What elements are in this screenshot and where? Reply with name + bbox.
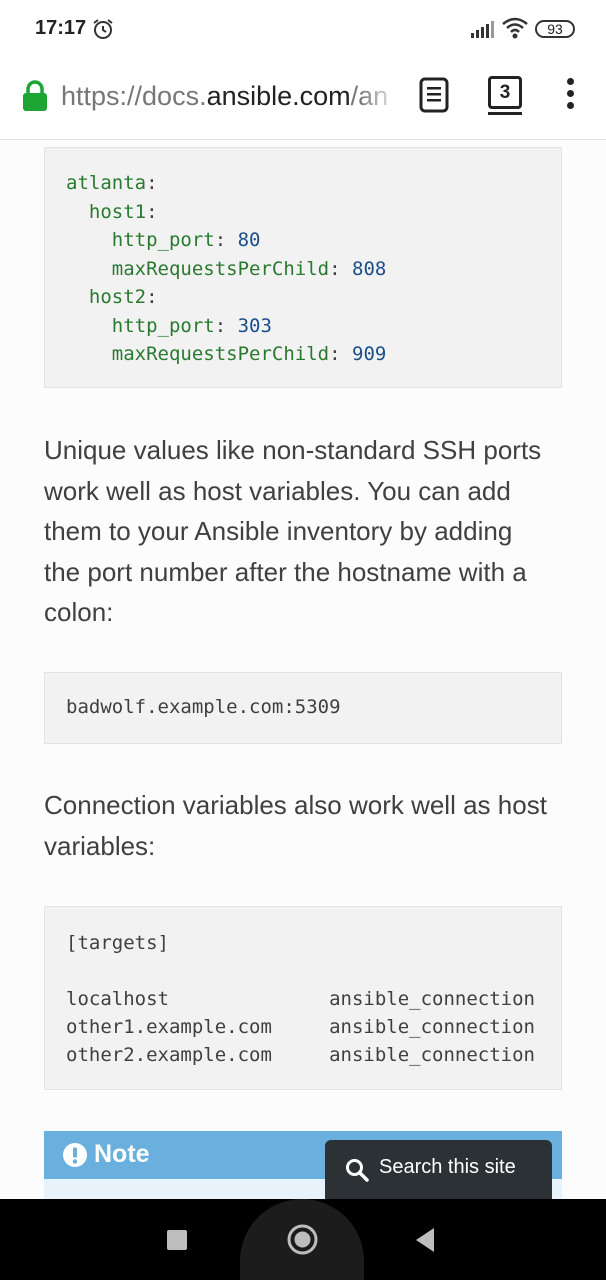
back-button[interactable] (414, 1227, 436, 1253)
yaml-separator: : (146, 200, 158, 223)
yaml-separator: : (146, 286, 158, 308)
alarm-icon (93, 19, 113, 39)
status-bar: 17:17 93 (0, 0, 606, 60)
code-line: host2: (66, 283, 158, 311)
lock-icon[interactable] (21, 80, 49, 112)
tab-switcher-underline (488, 112, 522, 115)
url-scheme: https://docs. (61, 81, 207, 111)
code-line: maxRequestsPerChild: 808 (66, 255, 387, 283)
page-content[interactable]: atlanta: host1: http_port: 80 maxRequest… (0, 141, 606, 1199)
code-line: other1.example.com ansible_connection (66, 1016, 535, 1038)
status-time: 17:17 (35, 17, 87, 39)
reader-mode-icon[interactable] (419, 77, 449, 113)
paragraph-line: the port number after the hostname with … (44, 556, 527, 587)
overflow-menu-icon[interactable] (562, 78, 578, 112)
code-line: http_port: 80 (66, 226, 261, 254)
yaml-separator: : (214, 314, 238, 337)
yaml-value: 303 (237, 314, 272, 337)
paragraph-line: Connection variables also work well as h… (44, 790, 547, 820)
tab-switcher-button[interactable]: 3 (488, 76, 522, 109)
signal-icon (471, 21, 494, 38)
wifi-icon (502, 17, 528, 39)
code-line: host1: (66, 198, 158, 226)
code-block-targets[interactable]: [targets] localhost ansible_connection o… (44, 906, 562, 1090)
yaml-value: 909 (352, 343, 387, 365)
navigation-bar (0, 1199, 606, 1280)
yaml-key: http_port (111, 229, 215, 251)
yaml-key: http_port (111, 314, 215, 337)
recents-button[interactable] (167, 1230, 187, 1250)
yaml-separator: : (214, 229, 238, 251)
yaml-key: host2 (88, 286, 147, 308)
code-line: http_port: 303 (66, 312, 272, 340)
code-block-port: badwolf.example.com:5309 (44, 672, 562, 744)
code-line: localhost ansible_connection (66, 988, 535, 1010)
paragraph-line: colon: (44, 597, 114, 627)
browser-toolbar: https://docs.ansible.com/an 3 (0, 60, 606, 140)
search-icon (346, 1159, 369, 1182)
url-fade (360, 78, 400, 114)
yaml-separator: : (329, 257, 352, 280)
info-icon (63, 1143, 87, 1167)
code-line: badwolf.example.com:5309 (66, 696, 341, 718)
code-block-yaml: atlanta: host1: http_port: 80 maxRequest… (44, 147, 562, 388)
yaml-value: 80 (237, 229, 261, 251)
yaml-key: atlanta (66, 172, 147, 194)
code-line: other2.example.com ansible_connection (66, 1044, 535, 1066)
paragraph-line: work well as host variables. You can add (44, 475, 511, 506)
paragraph-connection-variables: Connection variables also work well as h… (44, 785, 564, 866)
code-line: atlanta: (66, 169, 158, 197)
paragraph-line: them to your Ansible inventory by adding (44, 516, 513, 546)
yaml-key: maxRequestsPerChild (111, 343, 330, 365)
code-line: maxRequestsPerChild: 909 (66, 340, 387, 368)
yaml-value: 808 (352, 257, 387, 280)
battery-icon: 93 (535, 20, 575, 38)
yaml-separator: : (146, 172, 158, 194)
url-domain: ansible.com (206, 81, 351, 111)
code-line: [targets] (66, 932, 169, 954)
search-label: Search this site (379, 1156, 516, 1178)
home-button[interactable] (287, 1224, 318, 1255)
paragraph-line: variables: (44, 830, 156, 861)
yaml-key: host1 (88, 200, 147, 223)
url-field[interactable]: https://docs.ansible.com/an (61, 78, 399, 114)
paragraph-host-variables: Unique values like non-standard SSH port… (44, 430, 564, 633)
paragraph-line: Unique values like non-standard SSH port… (44, 435, 542, 465)
yaml-separator: : (329, 343, 352, 365)
battery-level: 93 (547, 21, 563, 37)
search-site-button[interactable]: Search this site (325, 1140, 552, 1199)
note-title: Note (94, 1140, 150, 1168)
yaml-key: maxRequestsPerChild (111, 257, 330, 280)
